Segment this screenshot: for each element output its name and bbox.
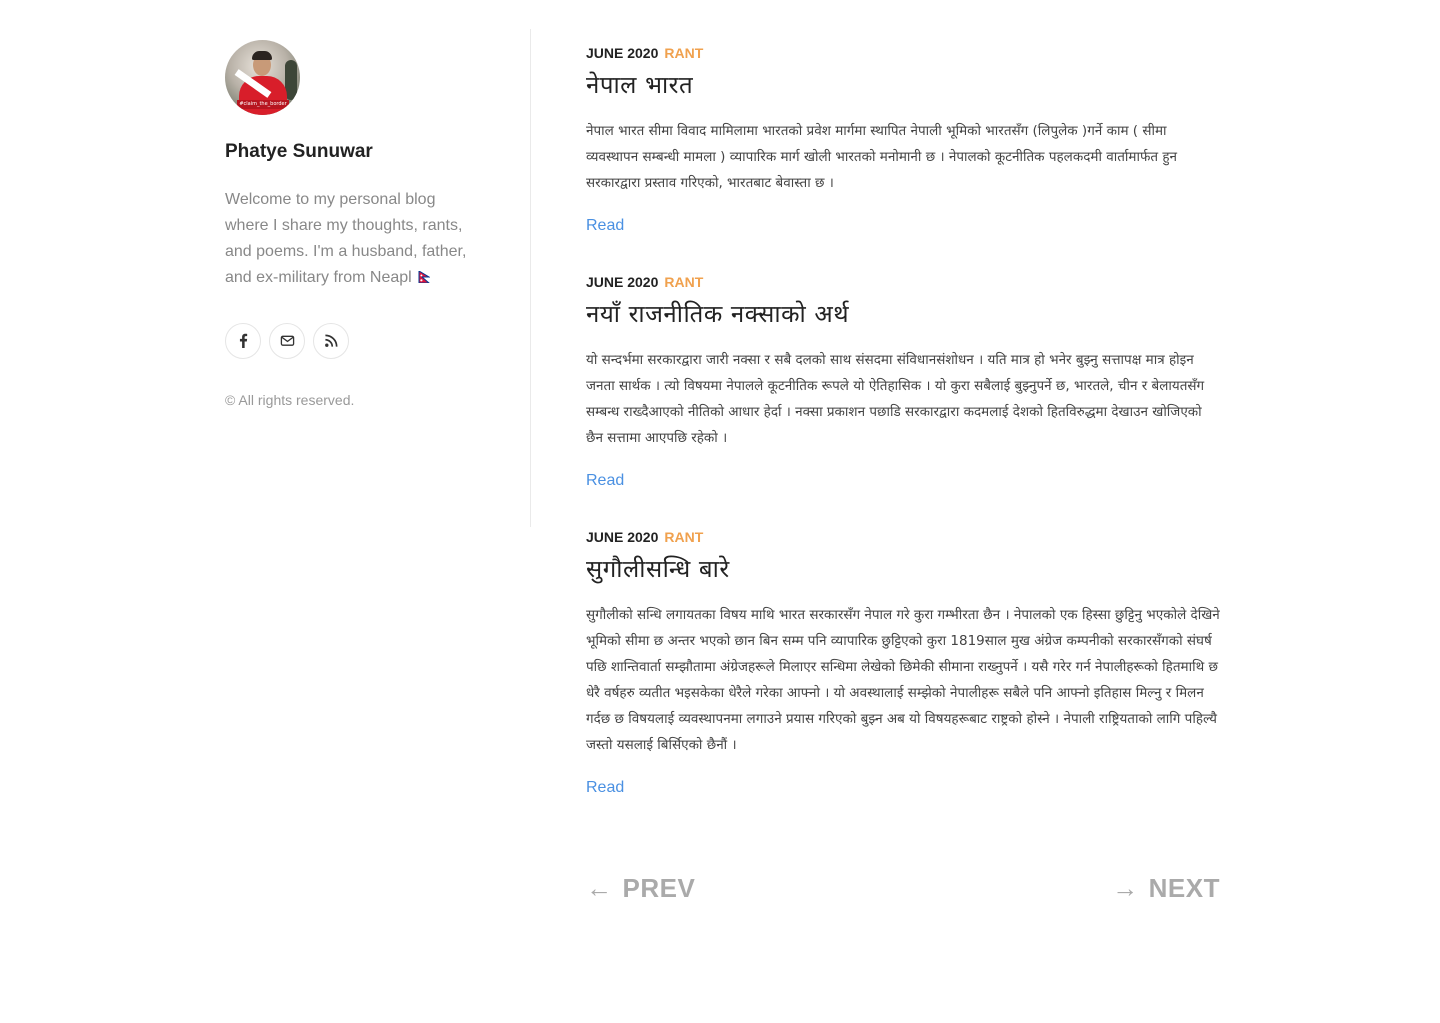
prev-label: Prev (622, 872, 696, 903)
arrow-left-icon: ← (586, 872, 613, 903)
post-item: June 2020 RANT नयाँ राजनीतिक नक्साको अर्थ… (586, 273, 1220, 491)
post-meta: June 2020 RANT (586, 528, 1220, 546)
read-more-link[interactable]: Read (586, 471, 624, 491)
post-excerpt: नेपाल भारत सीमा विवाद मामिलामा भारतको प्… (586, 123, 1178, 191)
next-label: Next (1148, 872, 1220, 903)
social-links (225, 322, 505, 359)
post-excerpt: सुगौलीको सन्धि लगायतका विषय माथि भारत सर… (586, 607, 1220, 753)
rss-icon (324, 334, 337, 348)
post-category-link[interactable]: RANT (664, 45, 703, 61)
pagination: ← Prev → Next (586, 870, 1220, 906)
post-meta: June 2020 RANT (586, 44, 1220, 62)
post-title[interactable]: नेपाल भारत (586, 72, 1220, 98)
email-button[interactable] (269, 322, 305, 359)
sidebar: #claim_the_border Phatye Sunuwar Welcome… (225, 40, 505, 408)
author-name: Phatye Sunuwar (225, 141, 373, 162)
arrow-right-icon: → (1112, 872, 1139, 903)
avatar-caption: #claim_the_border (237, 100, 289, 109)
facebook-button[interactable] (225, 322, 261, 359)
read-more-link[interactable]: Read (586, 216, 624, 236)
avatar[interactable]: #claim_the_border (225, 40, 300, 115)
read-more-link[interactable]: Read (586, 778, 624, 798)
post-date: June 2020 (586, 45, 659, 61)
next-page-button[interactable]: → Next (1112, 873, 1220, 904)
post-category-link[interactable]: RANT (664, 529, 703, 545)
post-meta: June 2020 RANT (586, 273, 1220, 291)
post-category-link[interactable]: RANT (664, 274, 703, 290)
author-bio: Welcome to my personal blog where I shar… (225, 187, 475, 291)
sidebar-divider (530, 29, 531, 527)
post-list: June 2020 RANT नेपाल भारत नेपाल भारत सीमा… (586, 44, 1220, 835)
prev-page-button[interactable]: ← Prev (586, 873, 695, 904)
mail-icon (280, 335, 294, 347)
post-date: June 2020 (586, 529, 659, 545)
author-bio-text: Welcome to my personal blog where I shar… (225, 190, 467, 286)
facebook-icon (239, 334, 247, 349)
post-item: June 2020 RANT सुगौलीसन्धि बारे सुगौलीको … (586, 528, 1220, 798)
nepal-flag-icon (418, 270, 430, 283)
post-excerpt: यो सन्दर्भमा सरकारद्वारा जारी नक्सा र सब… (586, 352, 1205, 446)
post-date: June 2020 (586, 274, 659, 290)
post-item: June 2020 RANT नेपाल भारत नेपाल भारत सीमा… (586, 44, 1220, 236)
post-title[interactable]: सुगौलीसन्धि बारे (586, 556, 1220, 582)
copyright: © All rights reserved. (225, 391, 355, 408)
post-title[interactable]: नयाँ राजनीतिक नक्साको अर्थ (586, 301, 1220, 327)
rss-button[interactable] (313, 322, 349, 359)
